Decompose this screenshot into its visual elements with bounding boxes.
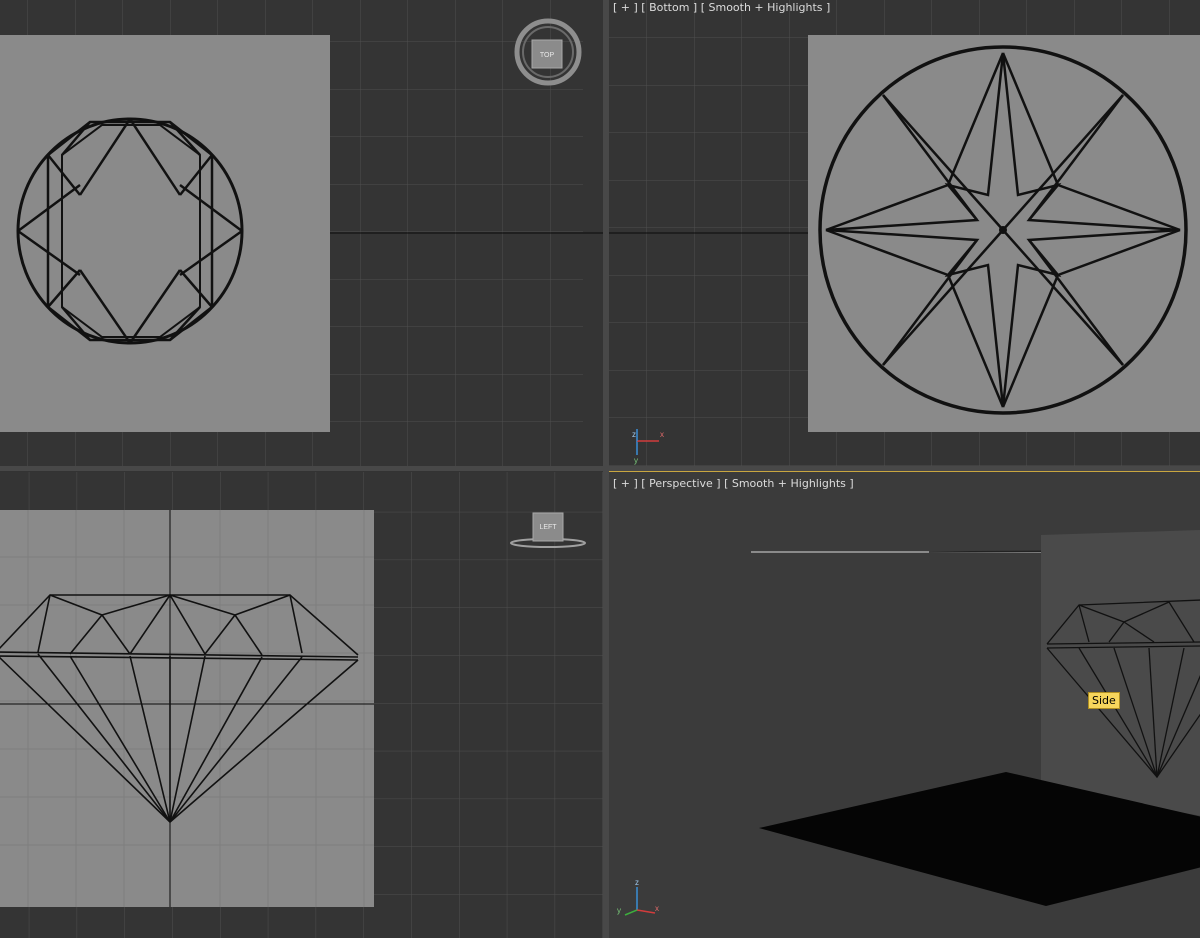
viewport-top[interactable]: TOP bbox=[0, 0, 603, 466]
viewport-label-bottom[interactable]: [ + ] [ Bottom ] [ Smooth + Highlights ] bbox=[613, 1, 830, 14]
axis-x: x bbox=[660, 430, 664, 439]
viewcube-face-label-left: LEFT bbox=[539, 524, 557, 531]
axis-tripod-bottom: z x y bbox=[632, 429, 664, 465]
axis-z: z bbox=[632, 430, 636, 439]
axis-z-persp: z bbox=[635, 878, 639, 887]
horizontal-divider[interactable] bbox=[0, 466, 1200, 471]
viewcube-face-label: TOP bbox=[540, 52, 555, 59]
axis-x-persp: x bbox=[655, 904, 659, 913]
top-reference-image bbox=[0, 35, 330, 432]
bottom-reference-image bbox=[808, 35, 1200, 432]
left-reference-image bbox=[0, 510, 374, 907]
axis-y: y bbox=[634, 456, 638, 465]
axis-y-persp: y bbox=[617, 906, 621, 915]
viewcube-left[interactable]: LEFT bbox=[508, 510, 588, 552]
viewcube-top[interactable]: TOP bbox=[512, 16, 584, 88]
side-tooltip: Side bbox=[1088, 692, 1120, 709]
viewport-perspective[interactable]: [ + ] [ Perspective ] [ Smooth + Highlig… bbox=[607, 470, 1200, 938]
viewport-bottom[interactable]: [ + ] [ Bottom ] [ Smooth + Highlights ]… bbox=[609, 0, 1200, 466]
viewport-left[interactable]: LEFT bbox=[0, 472, 603, 938]
axis-tripod-perspective: z x y bbox=[617, 878, 659, 916]
